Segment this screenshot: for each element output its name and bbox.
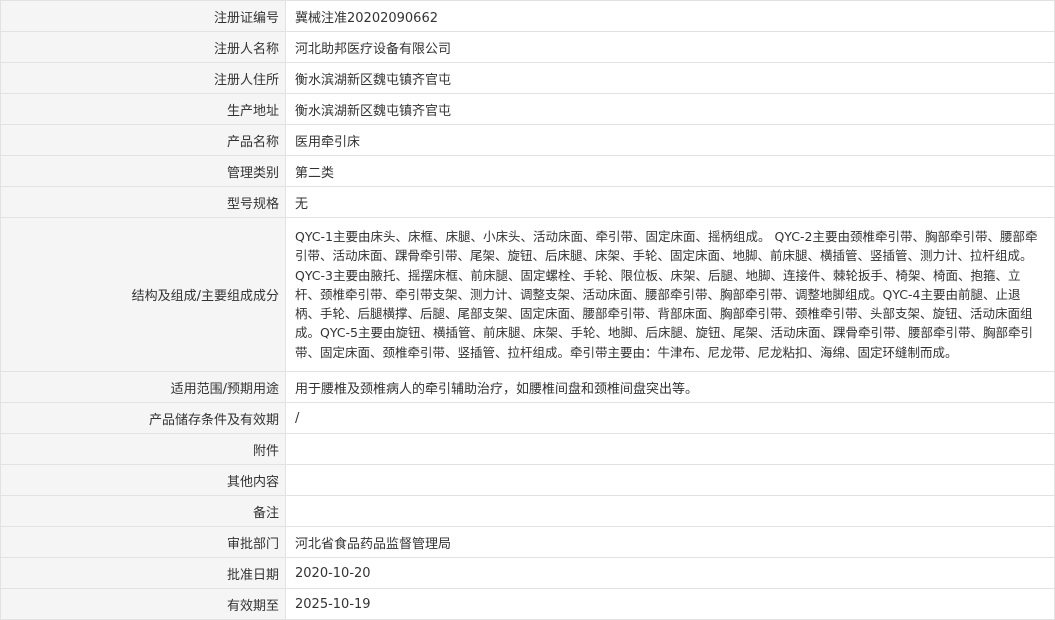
management-class-value: 第二类 — [285, 155, 1055, 187]
table-row: 附件 — [0, 433, 1055, 465]
table-row: 管理类别 第二类 — [0, 155, 1055, 187]
product-name-value: 医用牵引床 — [285, 124, 1055, 156]
registration-number-value: 冀械注准20202090662 — [285, 0, 1055, 32]
table-row: 注册人名称 河北助邦医疗设备有限公司 — [0, 31, 1055, 63]
table-row: 适用范围/预期用途 用于腰椎及颈椎病人的牵引辅助治疗，如腰椎间盘和颈椎间盘突出等… — [0, 371, 1055, 403]
production-address-label: 生产地址 — [0, 93, 286, 125]
approval-department-value: 河北省食品药品监督管理局 — [285, 526, 1055, 558]
table-row: 生产地址 衡水滨湖新区魏屯镇齐官屯 — [0, 93, 1055, 125]
table-row: 备注 — [0, 495, 1055, 527]
registrant-name-value: 河北助邦医疗设备有限公司 — [285, 31, 1055, 63]
table-row: 审批部门 河北省食品药品监督管理局 — [0, 526, 1055, 558]
model-spec-value: 无 — [285, 186, 1055, 218]
intended-use-label: 适用范围/预期用途 — [0, 371, 286, 403]
table-row: 注册证编号 冀械注准20202090662 — [0, 0, 1055, 32]
structure-composition-label: 结构及组成/主要组成成分 — [0, 217, 286, 372]
table-row: 产品名称 医用牵引床 — [0, 124, 1055, 156]
other-content-label: 其他内容 — [0, 464, 286, 496]
production-address-value: 衡水滨湖新区魏屯镇齐官屯 — [285, 93, 1055, 125]
table-row: 有效期至 2025-10-19 — [0, 588, 1055, 620]
attachment-label: 附件 — [0, 433, 286, 465]
structure-composition-value: QYC-1主要由床头、床框、床腿、小床头、活动床面、牵引带、固定床面、摇柄组成。… — [285, 217, 1055, 372]
intended-use-value: 用于腰椎及颈椎病人的牵引辅助治疗，如腰椎间盘和颈椎间盘突出等。 — [285, 371, 1055, 403]
storage-validity-label: 产品储存条件及有效期 — [0, 402, 286, 434]
remarks-value — [285, 495, 1055, 527]
valid-until-label: 有效期至 — [0, 588, 286, 620]
valid-until-value: 2025-10-19 — [285, 588, 1055, 620]
table-row: 产品储存条件及有效期 / — [0, 402, 1055, 434]
approval-department-label: 审批部门 — [0, 526, 286, 558]
remarks-label: 备注 — [0, 495, 286, 527]
model-spec-label: 型号规格 — [0, 186, 286, 218]
table-row: 注册人住所 衡水滨湖新区魏屯镇齐官屯 — [0, 62, 1055, 94]
registration-detail-table: 注册证编号 冀械注准20202090662 注册人名称 河北助邦医疗设备有限公司… — [0, 0, 1055, 620]
registrant-address-label: 注册人住所 — [0, 62, 286, 94]
registrant-address-value: 衡水滨湖新区魏屯镇齐官屯 — [285, 62, 1055, 94]
table-row: 结构及组成/主要组成成分 QYC-1主要由床头、床框、床腿、小床头、活动床面、牵… — [0, 217, 1055, 372]
table-row: 批准日期 2020-10-20 — [0, 557, 1055, 589]
registrant-name-label: 注册人名称 — [0, 31, 286, 63]
management-class-label: 管理类别 — [0, 155, 286, 187]
approval-date-value: 2020-10-20 — [285, 557, 1055, 589]
registration-number-label: 注册证编号 — [0, 0, 286, 32]
attachment-value — [285, 433, 1055, 465]
table-row: 其他内容 — [0, 464, 1055, 496]
product-name-label: 产品名称 — [0, 124, 286, 156]
other-content-value — [285, 464, 1055, 496]
table-row: 型号规格 无 — [0, 186, 1055, 218]
storage-validity-value: / — [285, 402, 1055, 434]
approval-date-label: 批准日期 — [0, 557, 286, 589]
